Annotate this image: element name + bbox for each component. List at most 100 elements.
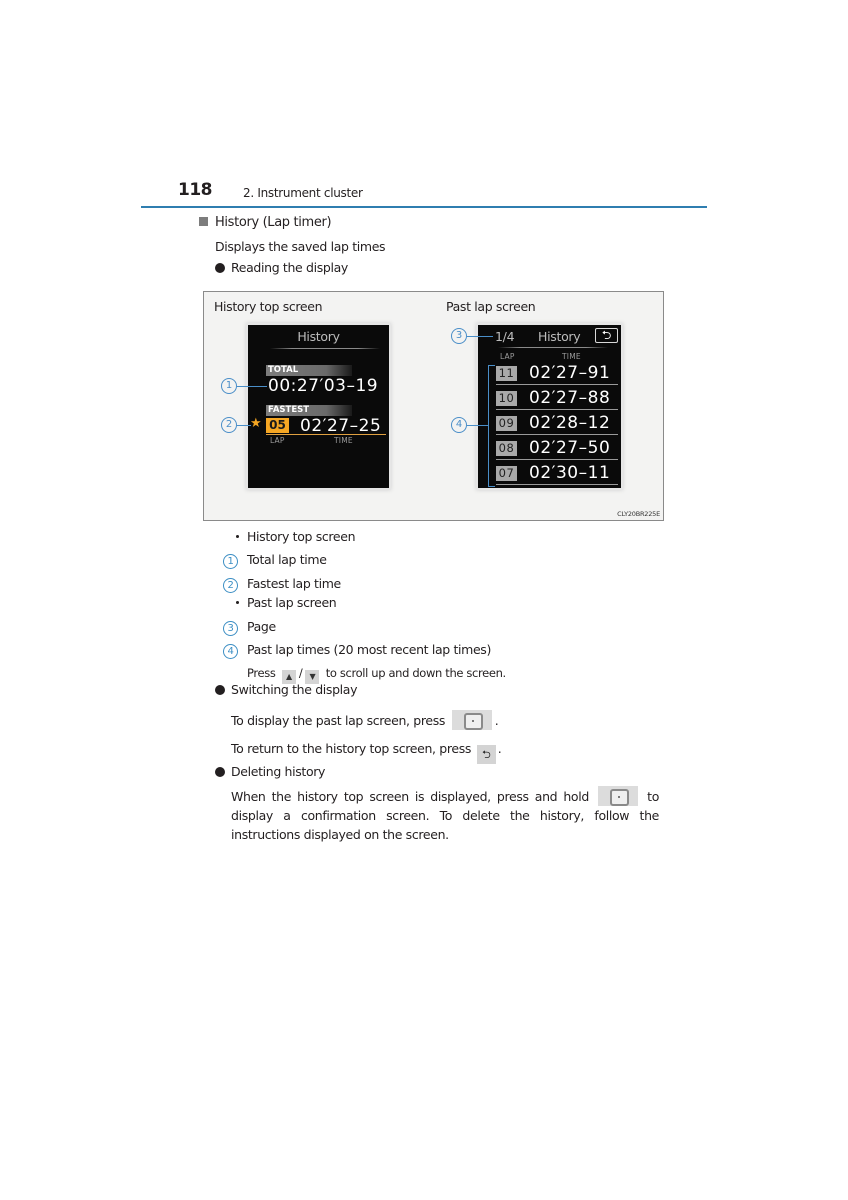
row-underline [496, 484, 618, 485]
callout-1-leader [237, 386, 267, 387]
legend-item-1: 1 Total lap time [223, 552, 327, 569]
switching-line-1: To display the past lap screen, press . [231, 710, 499, 730]
legend-text: Total lap time [247, 552, 327, 567]
callout-2: 2 [221, 417, 237, 433]
callout-1: 1 [221, 378, 237, 394]
page-number: 118 [178, 180, 213, 200]
callout-4: 4 [451, 417, 467, 433]
lap-list: 11 02′27–91 10 02′27–88 09 02′28–12 08 0… [496, 363, 618, 488]
circled-number-icon: 1 [223, 554, 238, 569]
bullet-switching: Switching the display [215, 682, 358, 697]
lap-number: 09 [496, 416, 517, 431]
legend-text: Past lap times (20 most recent lap times… [247, 642, 491, 657]
time-column-label: TIME [562, 352, 581, 361]
lap-number: 07 [496, 466, 517, 481]
text: . [497, 741, 502, 756]
header-divider [141, 206, 707, 208]
callout-3: 3 [451, 328, 467, 344]
legend-item-4: 4 Past lap times (20 most recent lap time… [223, 642, 491, 659]
title-rule [270, 348, 380, 349]
legend-history-top: History top screen [236, 529, 356, 544]
callout-4-leader [467, 425, 488, 426]
return-arrow-icon: ⮌ [595, 328, 618, 343]
legend-item-2: 2 Fastest lap time [223, 576, 341, 593]
fastest-underline [266, 434, 386, 435]
circled-number-icon: 4 [223, 644, 238, 659]
small-bullet-icon [236, 535, 239, 538]
square-bullet-icon [199, 217, 208, 226]
text: To display the past lap screen, press [231, 713, 446, 728]
small-bullet-icon [236, 601, 239, 604]
past-lap-screen: 1/4 History ⮌ LAP TIME 11 02′27–91 10 02… [476, 323, 623, 490]
bullet-icon [215, 685, 225, 695]
figure-code: CLY20BR225E [617, 510, 660, 518]
legend-text: Page [247, 619, 276, 634]
text: When the history top screen is displayed… [231, 789, 589, 804]
display-switch-button-icon [451, 710, 492, 730]
row-underline [496, 459, 618, 460]
text: Press [247, 666, 276, 680]
total-time: 00:27′03–19 [268, 376, 379, 396]
bullet-icon [215, 767, 225, 777]
lap-row: 09 02′28–12 [496, 413, 618, 438]
section-heading: History (Lap timer) [199, 215, 332, 230]
fastest-time: 02′27–25 [300, 416, 382, 436]
lap-time: 02′30–11 [529, 463, 611, 483]
lap-column-label: LAP [270, 436, 285, 445]
bullet-text: Switching the display [231, 682, 358, 697]
text: / [298, 666, 303, 680]
bullet-deleting: Deleting history [215, 764, 325, 779]
bullet-icon [215, 263, 225, 273]
heading-text: History (Lap timer) [215, 215, 332, 230]
lap-number: 11 [496, 366, 517, 381]
text: To return to the history top screen, pre… [231, 741, 472, 756]
bullet-reading: Reading the display [215, 260, 348, 275]
lap-row: 10 02′27–88 [496, 388, 618, 413]
text: to scroll up and down the screen. [325, 666, 507, 680]
callout-3-leader [467, 336, 493, 337]
screen-title: History [538, 329, 581, 344]
lap-number: 08 [496, 441, 517, 456]
star-icon: ★ [250, 416, 262, 431]
history-top-screen: History TOTAL 00:27′03–19 FASTEST 05 02′… [246, 323, 391, 490]
lap-number: 10 [496, 391, 517, 406]
display-switch-button-icon [598, 786, 639, 806]
figure-label-past-lap: Past lap screen [446, 299, 536, 314]
text: . [494, 713, 499, 728]
page-indicator: 1/4 [495, 329, 515, 344]
row-underline [496, 409, 618, 410]
circled-number-icon: 2 [223, 578, 238, 593]
total-label: TOTAL [266, 365, 352, 376]
lap-row: 08 02′27–50 [496, 438, 618, 463]
switching-line-2: To return to the history top screen, pre… [231, 741, 502, 764]
lap-column-label: LAP [500, 352, 515, 361]
figure-label-history-top: History top screen [214, 299, 323, 314]
lap-time: 02′28–12 [529, 413, 611, 433]
display-figure: History top screen Past lap screen Histo… [203, 291, 664, 521]
callout-4-bracket [488, 365, 495, 487]
row-underline [496, 434, 618, 435]
lap-time: 02′27–88 [529, 388, 611, 408]
legend-text: Past lap screen [247, 595, 337, 610]
lap-time: 02′27–50 [529, 438, 611, 458]
title-rule [498, 347, 608, 348]
legend-text: Fastest lap time [247, 576, 341, 591]
screen-title: History [297, 329, 340, 344]
circled-number-icon: 3 [223, 621, 238, 636]
fastest-lap-number: 05 [266, 418, 289, 433]
legend-item-3: 3 Page [223, 619, 276, 636]
intro-text: Displays the saved lap times [215, 239, 386, 254]
bullet-text: Deleting history [231, 764, 326, 779]
legend-past-lap: Past lap screen [236, 595, 337, 610]
callout-2-leader [237, 425, 251, 426]
lap-row: 11 02′27–91 [496, 363, 618, 388]
time-column-label: TIME [334, 436, 353, 445]
legend-text: History top screen [247, 529, 356, 544]
section-title: 2. Instrument cluster [243, 186, 363, 200]
return-button-icon: ⮌ [476, 745, 496, 764]
row-underline [496, 384, 618, 385]
fastest-label: FASTEST [266, 405, 352, 416]
lap-time: 02′27–91 [529, 363, 611, 383]
bullet-text: Reading the display [231, 260, 348, 275]
lap-row: 07 02′30–11 [496, 463, 618, 488]
